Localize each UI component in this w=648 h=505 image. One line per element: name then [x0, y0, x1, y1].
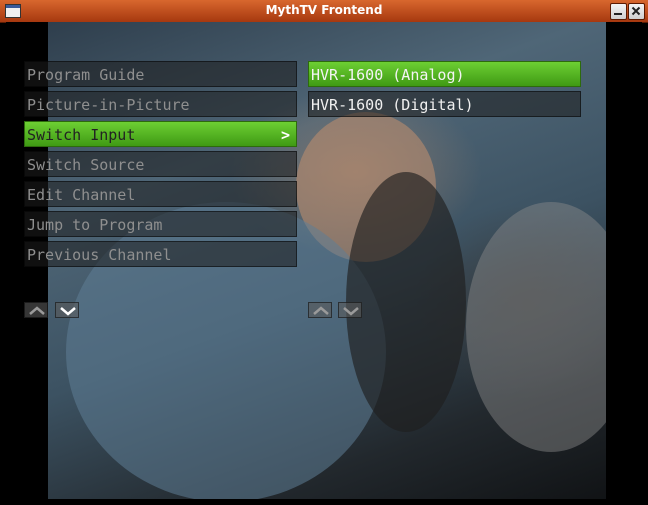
submenu-item-hvr1600-digital[interactable]: HVR-1600 (Digital) — [308, 91, 581, 117]
up-arrow-icon — [29, 306, 45, 315]
up-arrow-icon — [313, 306, 329, 315]
close-icon — [631, 6, 641, 16]
menu-item-switch-source[interactable]: Switch Source — [24, 151, 297, 177]
menu-scroll-down-button[interactable] — [55, 302, 79, 318]
menu-item-program-guide[interactable]: Program Guide — [24, 61, 297, 87]
down-arrow-icon — [60, 307, 76, 316]
down-arrow-icon — [343, 307, 359, 316]
submenu-scroll-up-button[interactable] — [308, 302, 332, 318]
submenu-scroll-down-button[interactable] — [338, 302, 362, 318]
minimize-icon — [614, 13, 622, 15]
menu-item-label: Switch Input — [27, 126, 136, 144]
menu-scroll-up-button[interactable] — [24, 302, 48, 318]
menu-item-previous-channel[interactable]: Previous Channel — [24, 241, 297, 267]
mythtv-window: MythTV Frontend Program Guide Picture-in… — [0, 0, 648, 505]
close-button[interactable] — [628, 3, 645, 20]
menu-item-switch-input[interactable]: Switch Input > — [24, 121, 297, 147]
title-bar[interactable]: MythTV Frontend — [0, 0, 648, 23]
menu-item-jump-to-program[interactable]: Jump to Program — [24, 211, 297, 237]
minimize-button[interactable] — [610, 3, 627, 20]
menu-item-picture-in-picture[interactable]: Picture-in-Picture — [24, 91, 297, 117]
submenu-item-hvr1600-analog[interactable]: HVR-1600 (Analog) — [308, 61, 581, 87]
window-title: MythTV Frontend — [265, 3, 383, 17]
submenu-arrow-icon: > — [280, 126, 290, 144]
menu-item-edit-channel[interactable]: Edit Channel — [24, 181, 297, 207]
